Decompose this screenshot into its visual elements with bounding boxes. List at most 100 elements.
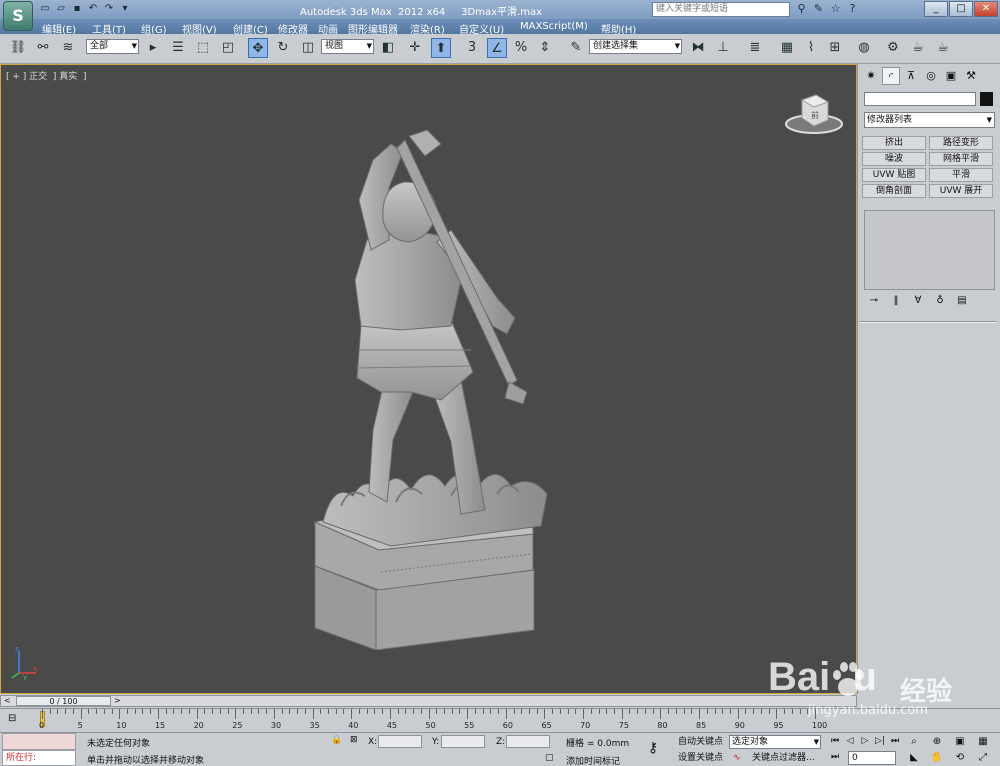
schematic-view-icon[interactable]: ⊞ (825, 38, 845, 58)
pan-icon[interactable]: ✋ (926, 750, 948, 765)
play-icon[interactable]: ▷ (858, 735, 872, 748)
window-crossing-icon[interactable]: ◰ (218, 38, 238, 58)
create-icon[interactable]: ✷ (862, 67, 880, 85)
edit-named-selection-icon[interactable]: ✎ (566, 38, 586, 58)
path-deform-button[interactable]: 路径变形 (929, 136, 993, 150)
zoom-extents-all-icon[interactable]: ▦ (972, 734, 994, 749)
field-of-view-icon[interactable]: ◣ (903, 750, 925, 765)
star-icon[interactable]: ☆ (829, 2, 842, 16)
help-icon[interactable]: ? (846, 2, 859, 16)
minimize-button[interactable]: _ (924, 1, 948, 17)
object-name-field[interactable] (864, 92, 976, 106)
frame-ruler[interactable]: 0 5 10 15 20 25 30 35 40 45 50 55 60 65 70 75 80 85 90 95 10… (39, 709, 840, 733)
bind-space-warp-icon[interactable]: ≋ (58, 38, 78, 58)
add-time-tag[interactable]: 添加时间标记 (566, 754, 620, 766)
menu-maxscript[interactable]: MAXScript(M) (520, 21, 588, 32)
angle-snap-icon[interactable]: ∠ (487, 38, 507, 58)
pivot-center-icon[interactable]: ◧ (378, 38, 398, 58)
reference-coord-dropdown[interactable]: 视图 (321, 39, 374, 54)
zoom-extents-icon[interactable]: ▣ (949, 734, 971, 749)
select-rotate-icon[interactable]: ↻ (273, 38, 293, 58)
maximize-viewport-icon[interactable]: ⤢ (972, 750, 994, 765)
rendered-frame-icon[interactable]: ☕ (908, 38, 928, 58)
show-end-result-icon[interactable]: ‖ (888, 294, 904, 308)
graphite-tools-icon[interactable]: ▦ (777, 38, 797, 58)
viewport-perspective[interactable]: [ + ] 正交 ] 真实 ] 前 z x y (0, 64, 857, 694)
selection-filter-dropdown[interactable]: 全部 (86, 39, 139, 54)
motion-icon[interactable]: ◎ (922, 67, 940, 85)
go-to-start-icon[interactable]: ⏮ (828, 735, 842, 748)
percent-snap-icon[interactable]: % (511, 38, 531, 58)
spinner-snap-icon[interactable]: ⇕ (535, 38, 555, 58)
previous-frame-icon[interactable]: ◁ (843, 735, 857, 748)
display-icon[interactable]: ▣ (942, 67, 960, 85)
extrude-button[interactable]: 挤出 (862, 136, 926, 150)
hierarchy-icon[interactable]: ⊼ (902, 67, 920, 85)
prev-frame-arrow-icon[interactable]: < (4, 696, 11, 705)
mirror-icon[interactable]: ⧓ (688, 38, 708, 58)
current-frame-field[interactable]: 0 (848, 751, 896, 765)
statue-model[interactable] (301, 130, 561, 650)
next-frame-arrow-icon[interactable]: > (114, 696, 121, 705)
select-manipulate-icon[interactable]: ✛ (405, 38, 425, 58)
layer-manager-icon[interactable]: ≣ (745, 38, 765, 58)
tools-icon[interactable]: ✎ (812, 2, 825, 16)
curve-editor-mini-icon[interactable]: ⊟ (8, 713, 26, 727)
next-frame-icon[interactable]: ▷| (873, 735, 887, 748)
redo-icon[interactable]: ↷ (102, 2, 116, 16)
time-slider-track[interactable]: < 0 / 100 > (0, 695, 857, 707)
object-color-swatch[interactable] (980, 92, 993, 106)
select-move-icon[interactable]: ✥ (248, 38, 268, 58)
unlink-icon[interactable]: ⚯ (33, 38, 53, 58)
maxscript-listener[interactable] (2, 733, 76, 750)
viewcube[interactable]: 前 (784, 92, 844, 137)
named-selection-dropdown[interactable]: 创建选择集 (589, 39, 682, 54)
link-icon[interactable]: ⛓ (8, 38, 28, 58)
orbit-icon[interactable]: ⟲ (949, 750, 971, 765)
align-icon[interactable]: ⊥ (713, 38, 733, 58)
y-coordinate-field[interactable] (441, 735, 485, 748)
remove-modifier-icon[interactable]: ♁ (932, 294, 948, 308)
transform-mode-icon[interactable]: ⊠ (350, 735, 358, 745)
key-curve-icon[interactable]: ∿ (733, 753, 741, 763)
maximize-button[interactable]: □ (949, 1, 973, 17)
snaps-toggle-icon[interactable]: 3 (462, 38, 482, 58)
bevel-profile-button[interactable]: 倒角剖面 (862, 184, 926, 198)
x-coordinate-field[interactable] (378, 735, 422, 748)
viewport-label[interactable]: [ + ] 正交 ] 真实 ] (6, 69, 86, 82)
go-to-end-icon[interactable]: ⏭ (888, 735, 902, 748)
modifier-stack[interactable] (864, 210, 995, 290)
render-production-icon[interactable]: ☕ (933, 38, 953, 58)
save-icon[interactable]: ▪ (70, 2, 84, 16)
select-scale-icon[interactable]: ◫ (298, 38, 318, 58)
app-logo-button[interactable]: S (3, 1, 33, 31)
curve-editor-icon[interactable]: ⌇ (801, 38, 821, 58)
unwrap-uvw-button[interactable]: UVW 展开 (929, 184, 993, 198)
new-icon[interactable]: ▭ (38, 2, 52, 16)
rect-selection-icon[interactable]: ⬚ (193, 38, 213, 58)
undo-icon[interactable]: ↶ (86, 2, 100, 16)
time-tag-icon[interactable]: ▢ (545, 753, 554, 763)
material-editor-icon[interactable]: ◍ (854, 38, 874, 58)
keyboard-shortcut-icon[interactable]: ⬆ (431, 38, 451, 58)
key-mode-icon[interactable]: ⏭ (828, 751, 842, 764)
binoculars-icon[interactable]: ⚲ (795, 2, 808, 16)
time-slider-handle[interactable]: 0 / 100 (16, 696, 111, 706)
z-coordinate-field[interactable] (506, 735, 550, 748)
uvw-map-button[interactable]: UVW 贴图 (862, 168, 926, 182)
zoom-icon[interactable]: ⌕ (903, 734, 925, 749)
modify-icon[interactable]: ◜ (882, 67, 900, 85)
utilities-icon[interactable]: ⚒ (962, 67, 980, 85)
meshsmooth-button[interactable]: 网格平滑 (929, 152, 993, 166)
open-icon[interactable]: ▱ (54, 2, 68, 16)
auto-key-button[interactable]: 自动关键点 (678, 736, 723, 750)
set-key-button[interactable]: 设置关键点 (678, 752, 723, 766)
dropdown-icon[interactable]: ▾ (118, 2, 132, 16)
close-button[interactable]: ✕ (974, 1, 998, 17)
select-object-icon[interactable]: ▸ (143, 38, 163, 58)
zoom-all-icon[interactable]: ⊕ (926, 734, 948, 749)
search-input[interactable]: 键入关键字或短语 (652, 2, 790, 17)
lock-icon[interactable]: 🔒 (331, 735, 342, 745)
maxscript-prompt[interactable]: 所在行: (2, 750, 76, 766)
key-icon[interactable]: ⚷ (648, 740, 658, 756)
